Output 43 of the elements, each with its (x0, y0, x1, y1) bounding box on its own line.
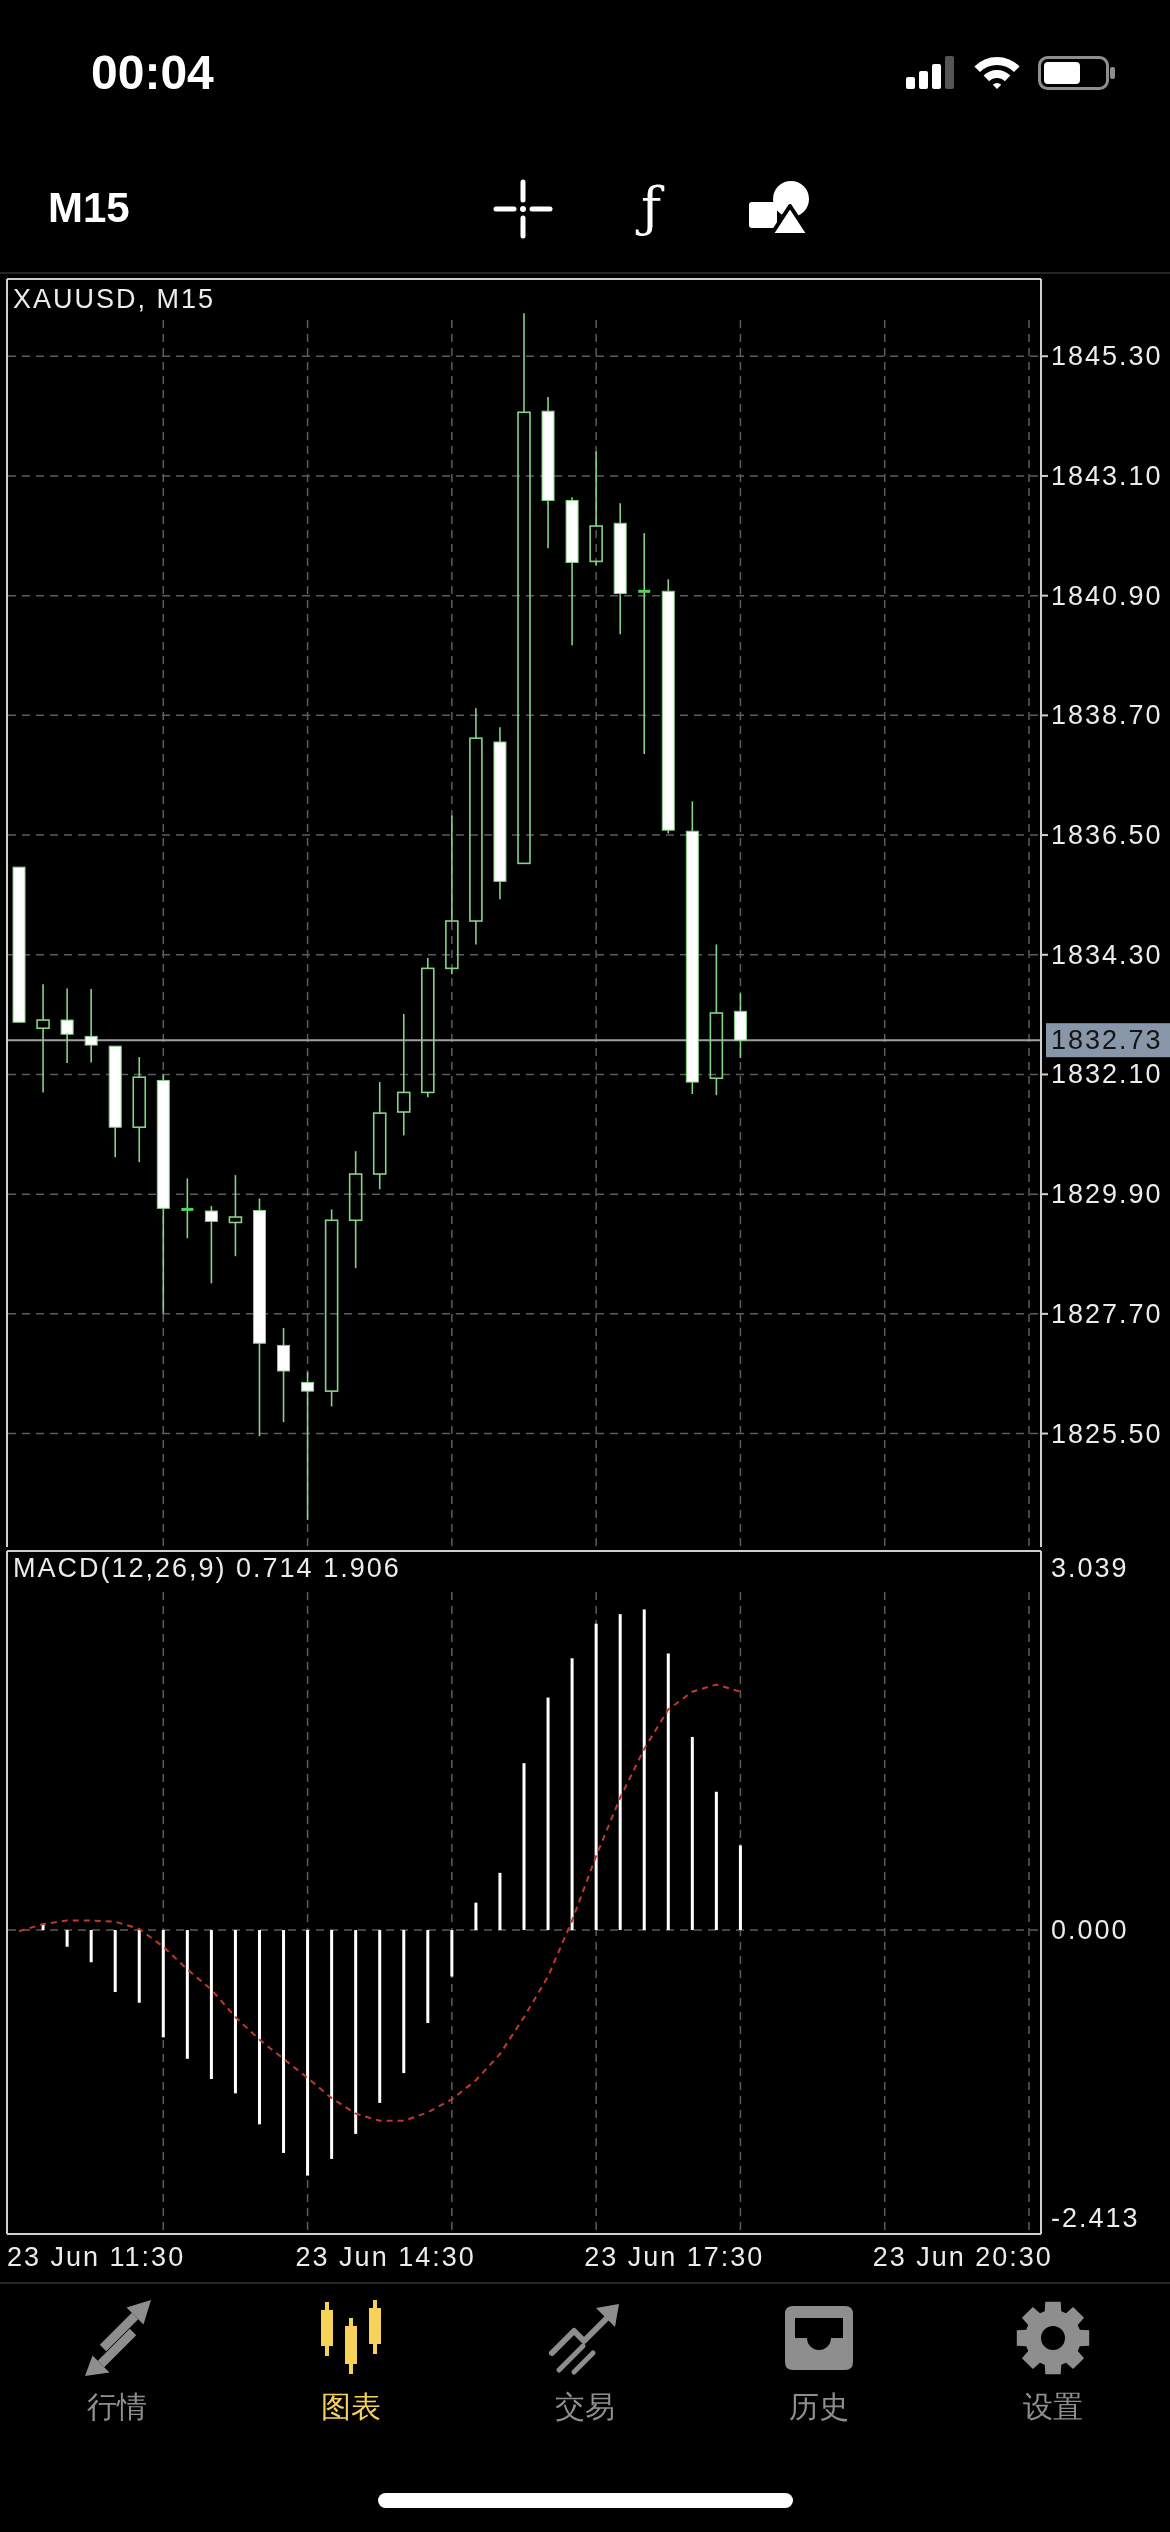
indicator-label: MACD(12,26,9) 0.714 1.906 (13, 1553, 401, 1583)
price-axis-label: 1838.70 (1051, 700, 1163, 731)
candlestick (733, 992, 747, 1059)
histogram-bar (65, 1930, 69, 1947)
histogram-bar (450, 1930, 454, 1977)
tab[interactable]: 行情 (0, 2284, 234, 2434)
price-axis-label: 1834.30 (1051, 939, 1163, 970)
settings-icon (1015, 2300, 1091, 2376)
battery-icon (1038, 55, 1116, 90)
time-axis-label: 23 Jun 11:30 (7, 2242, 186, 2272)
candlestick (181, 1177, 194, 1240)
price-axis-label: 1829.90 (1051, 1179, 1163, 1210)
time-axis-label: 23 Jun 20:30 (872, 2242, 1053, 2272)
histogram-bar (89, 1930, 93, 1963)
status-time: 00:04 (91, 45, 214, 100)
indicator-axis-label: 0.000 (1051, 1915, 1129, 1946)
timeframe-button[interactable]: M15 (48, 185, 130, 232)
price-axis-label: 1836.50 (1051, 820, 1163, 851)
histogram-bar (113, 1930, 117, 1993)
time-axis-label: 23 Jun 17:30 (584, 2242, 765, 2272)
crosshair-icon[interactable] (493, 178, 553, 239)
tab[interactable]: 设置 (936, 2284, 1170, 2434)
signal-bars-icon (906, 56, 956, 89)
wifi-icon (973, 55, 1021, 90)
indicator-axis-label: -2.413 (1051, 2202, 1140, 2233)
chart-title: XAUUSD, M15 (13, 284, 216, 314)
price-axis-label: 1832.10 (1051, 1059, 1163, 1090)
price-axis-label: 1825.50 (1051, 1418, 1163, 1449)
tab[interactable]: 图表 (234, 2284, 468, 2434)
histogram-bar (498, 1872, 502, 1931)
histogram-bar (41, 1924, 45, 1931)
current-price-tag: 1832.73 (1046, 1023, 1170, 1058)
time-axis-label: 23 Jun 14:30 (295, 2242, 476, 2272)
tab[interactable]: 历史 (702, 2284, 936, 2434)
ref-line-label: 1832.73 (1051, 1025, 1163, 1056)
indicator-axis-label: 3.039 (1051, 1552, 1129, 1583)
tab[interactable]: 交易 (468, 2284, 702, 2434)
price-axis-label: 1827.70 (1051, 1298, 1163, 1329)
price-axis-label: 1840.90 (1051, 580, 1163, 611)
histogram-bar (474, 1902, 478, 1931)
price-axis-label: 1845.30 (1051, 341, 1163, 372)
price-axis-label: 1843.10 (1051, 460, 1163, 491)
function-button[interactable]: ƒ (631, 167, 671, 250)
